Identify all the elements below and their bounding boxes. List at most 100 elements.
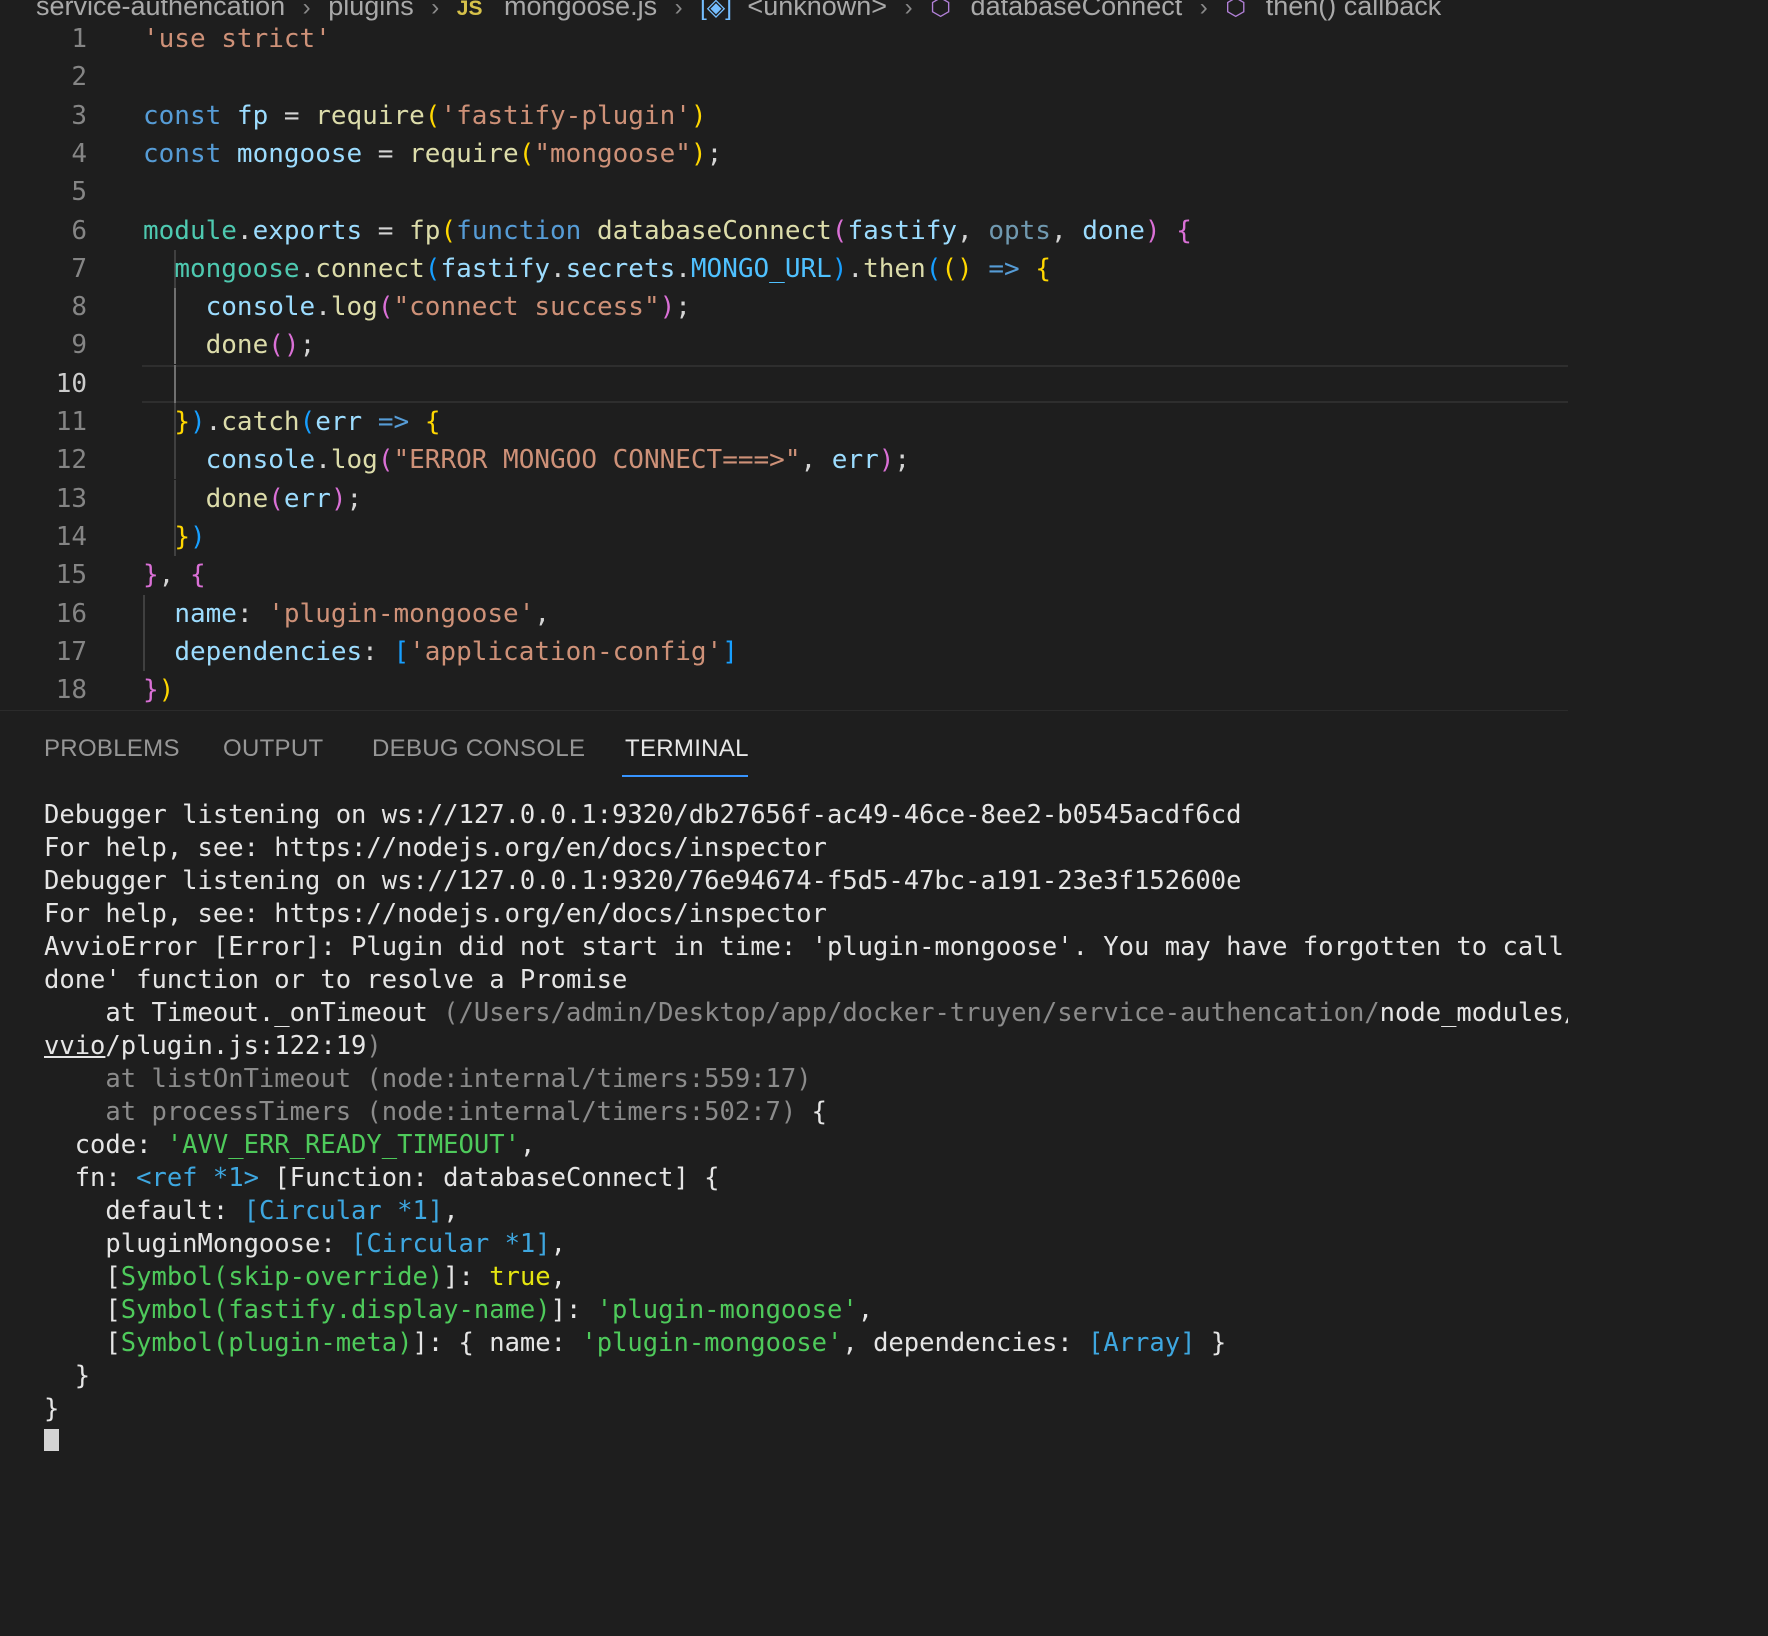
terminal-text: [	[44, 1295, 121, 1325]
code-token: ,	[534, 598, 551, 629]
code-token: dependencies	[174, 636, 363, 667]
code-line[interactable]: 4 const mongoose = require("mongoose");	[0, 135, 1568, 173]
code-token: (	[424, 100, 441, 131]
terminal-output[interactable]: Debugger listening on ws://127.0.0.1:932…	[44, 799, 1568, 1451]
terminal-line: at Timeout._onTimeout (/Users/admin/Desk…	[44, 997, 1568, 1030]
code-token: .	[550, 253, 566, 284]
code-line[interactable]: 5	[0, 173, 1568, 211]
terminal-text: 'plugin-mongoose'	[581, 1328, 843, 1358]
line-number: 6	[71, 215, 87, 246]
code-token: "ERROR MONGOO CONNECT===>"	[393, 445, 801, 476]
code-token: databaseConnect	[596, 215, 832, 246]
line-number: 5	[71, 177, 87, 208]
code-line[interactable]: 6 module.exports = fp(function databaseCo…	[0, 212, 1568, 250]
function-cube-icon: ⬡	[1225, 0, 1247, 21]
terminal-text: }	[44, 1394, 60, 1424]
code-text: done();	[143, 326, 316, 364]
code-line[interactable]: 7 mongoose.connect(fastify.secrets.MONGO…	[0, 249, 1568, 288]
line-number: 10	[55, 368, 87, 399]
code-token: (	[299, 407, 316, 437]
terminal-line: pluginMongoose: [Circular *1],	[44, 1228, 1568, 1261]
tab-debug-console[interactable]: DEBUG CONSOLE	[372, 735, 585, 763]
terminal-line: [Symbol(skip-override)]: true,	[44, 1261, 1568, 1294]
code-token: }	[174, 407, 190, 437]
code-token: then	[863, 253, 926, 284]
code-text: console.log("connect success");	[143, 288, 691, 326]
code-token: .	[315, 292, 331, 323]
terminal-line: at listOnTimeout (node:internal/timers:5…	[44, 1063, 1568, 1096]
terminal-text: /plugin.js:122:19	[105, 1031, 367, 1061]
code-token: "mongoose"	[534, 138, 691, 169]
code-token: done	[205, 330, 269, 361]
code-line[interactable]: 14 })	[0, 517, 1568, 556]
terminal-text: fn:	[44, 1163, 137, 1193]
terminal-text: [Function: databaseConnect] {	[258, 1163, 720, 1193]
code-line[interactable]: 2	[0, 58, 1568, 96]
terminal-line: vvio/plugin.js:122:19)	[44, 1030, 1568, 1063]
code-token: ,	[158, 560, 190, 591]
terminal-text: Debugger listening on ws://127.0.0.1:932…	[44, 800, 1242, 830]
code-token: log	[330, 445, 378, 476]
code-token: ;	[346, 483, 363, 514]
terminal-text: Symbol(fastify.display-name)	[120, 1295, 551, 1325]
terminal-text: Symbol(plugin-meta)	[120, 1328, 413, 1358]
terminal-line: default: [Circular *1],	[44, 1195, 1568, 1228]
javascript-file-icon: JS	[456, 0, 483, 20]
code-editor[interactable]: 1'use strict' 2 3 const fp = require('fasti…	[0, 20, 1568, 710]
tab-output[interactable]: OUTPUT	[223, 735, 323, 763]
line-number: 13	[55, 483, 87, 514]
line-number: 14	[55, 521, 87, 552]
code-token: }	[174, 521, 190, 552]
line-number: 12	[55, 445, 87, 476]
code-line[interactable]: 15 }, {	[0, 556, 1568, 594]
line-number: 3	[71, 100, 87, 131]
terminal-text: at listOnTimeout (node:internal/timers:5…	[44, 1064, 812, 1094]
code-text: }, {	[143, 556, 206, 594]
code-line[interactable]: 17 dependencies: ['application-config']	[0, 632, 1568, 671]
code-line[interactable]: 11 }).catch(err => {	[0, 403, 1568, 441]
panel-tabs: PROBLEMS OUTPUT DEBUG CONSOLE TERMINAL	[0, 711, 1568, 781]
code-token: connect	[315, 253, 425, 284]
code-line[interactable]: 9 done();	[0, 326, 1568, 365]
code-token: )	[831, 253, 848, 284]
terminal-line: AvvioError [Error]: Plugin did not start…	[44, 931, 1568, 964]
code-token: 'use strict'	[143, 24, 331, 54]
code-token: secrets	[565, 253, 676, 284]
code-line[interactable]: 8 console.log("connect success");	[0, 288, 1568, 327]
code-token: done	[205, 483, 269, 514]
terminal-text: at processTimers (node:internal/timers:5…	[44, 1097, 797, 1127]
tab-terminal[interactable]: TERMINAL	[625, 735, 749, 763]
code-line[interactable]: 3 const fp = require('fastify-plugin')	[0, 97, 1568, 135]
code-token: err	[315, 407, 363, 437]
code-line[interactable]: 18})	[0, 671, 1568, 709]
tab-problems[interactable]: PROBLEMS	[44, 735, 180, 763]
terminal-line: Debugger listening on ws://127.0.0.1:932…	[44, 799, 1568, 832]
line-number: 18	[55, 675, 87, 706]
line-number: 15	[55, 560, 87, 591]
line-number: 9	[71, 330, 87, 361]
code-text: })	[143, 671, 174, 709]
terminal-text: ]:	[550, 1295, 597, 1325]
code-text: done(err);	[143, 480, 363, 518]
terminal-text: [Circular *1]	[351, 1229, 551, 1259]
code-line[interactable]: 1 'use strict'	[0, 20, 1568, 58]
code-line[interactable]: 10	[0, 364, 1568, 403]
terminal-line: }	[44, 1360, 1568, 1393]
code-line[interactable]: 16 name: 'plugin-mongoose',	[0, 594, 1568, 633]
code-line[interactable]: 12 console.log("ERROR MONGOO CONNECT===>…	[0, 441, 1568, 480]
code-token: 'plugin-mongoose'	[268, 598, 535, 629]
code-token: fastify	[847, 215, 958, 246]
terminal-text: ,	[550, 1262, 567, 1292]
terminal-prompt-line[interactable]	[44, 1426, 1568, 1451]
terminal-text: pluginMongoose:	[44, 1229, 352, 1259]
code-token: ,	[957, 215, 989, 246]
code-line[interactable]: 13 done(err);	[0, 479, 1568, 518]
code-token: =	[362, 138, 410, 169]
terminal-text: at Timeout._onTimeout	[44, 998, 444, 1028]
